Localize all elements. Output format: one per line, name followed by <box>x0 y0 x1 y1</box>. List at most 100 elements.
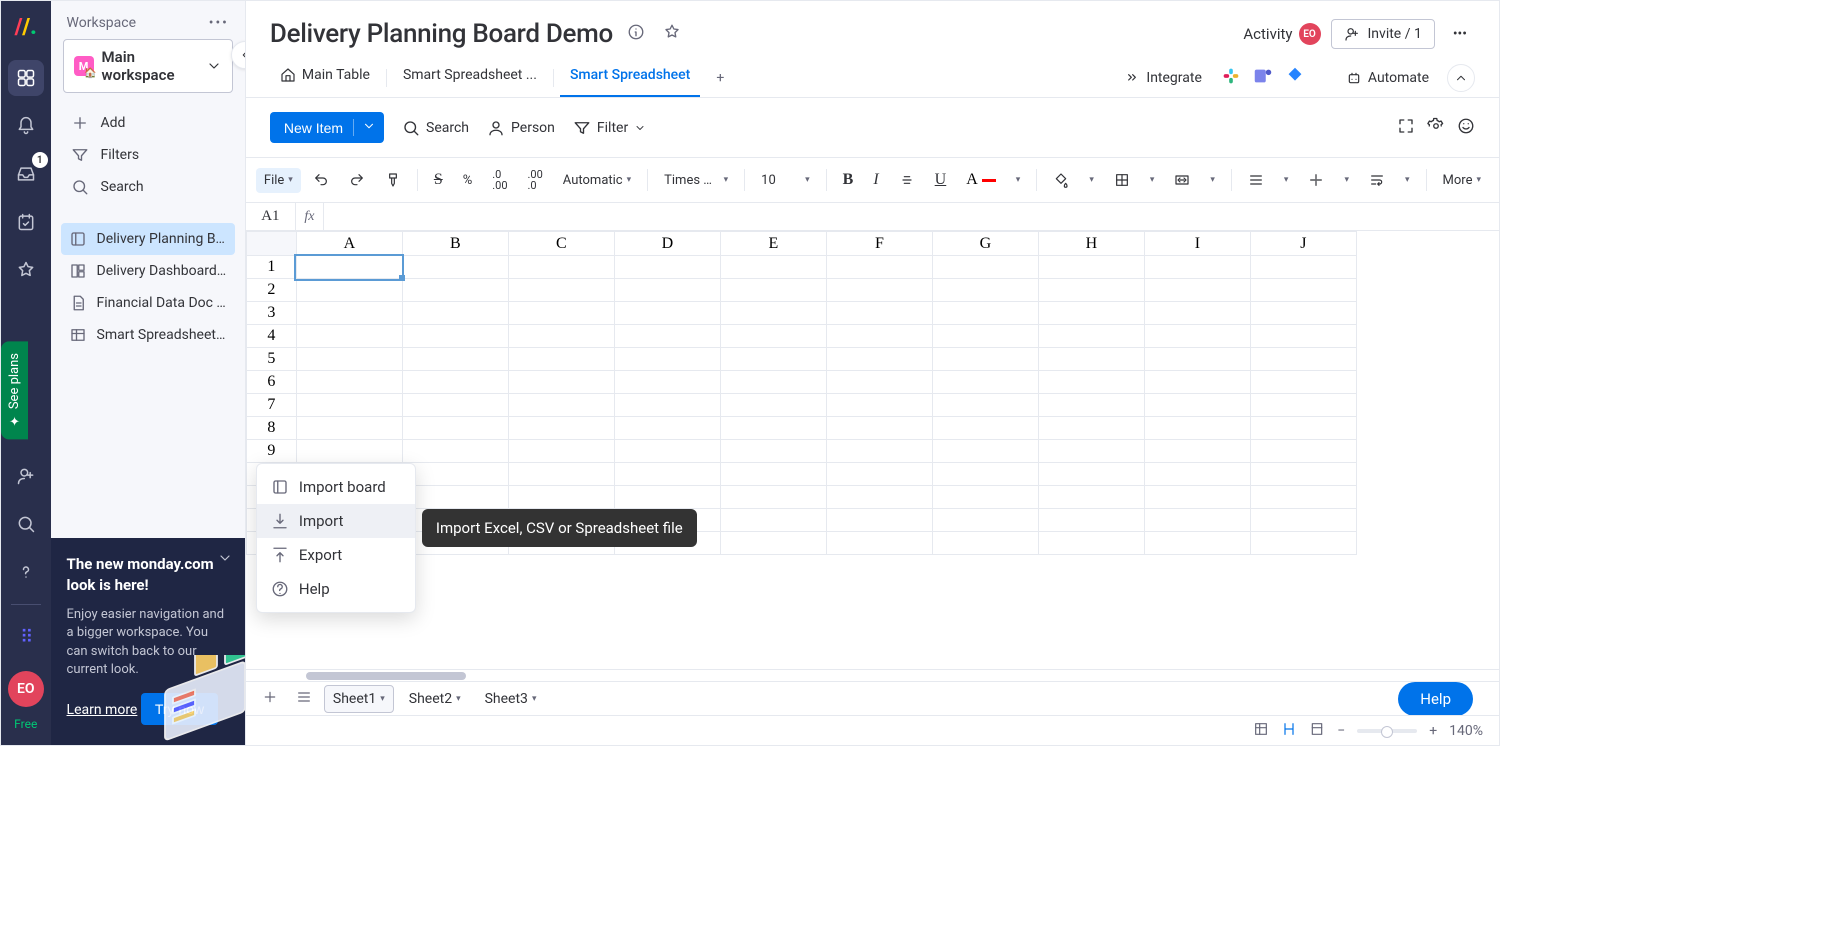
grid-cell[interactable] <box>1250 394 1356 417</box>
grid-cell[interactable] <box>296 440 402 463</box>
grid-cell[interactable] <box>614 394 720 417</box>
row-header[interactable]: 8 <box>246 417 296 440</box>
zoom-out-icon[interactable]: − <box>1337 723 1345 739</box>
rail-invite-icon[interactable] <box>8 458 44 494</box>
grid-cell[interactable] <box>1038 348 1144 371</box>
grid-cell[interactable] <box>402 256 508 279</box>
activity-button[interactable]: Activity EO <box>1243 23 1320 45</box>
grid-cell[interactable] <box>296 302 402 325</box>
rail-help-icon[interactable] <box>8 554 44 590</box>
rail-favorites-icon[interactable] <box>8 252 44 288</box>
grid-cell[interactable] <box>1250 371 1356 394</box>
person-filter-button[interactable]: Person <box>487 119 555 137</box>
grid-cell[interactable] <box>720 532 826 555</box>
wrap-text-icon[interactable] <box>1361 167 1393 193</box>
sidebar-item[interactable]: Smart Spreadsheet Custo... <box>61 319 235 351</box>
row-header[interactable]: 6 <box>246 371 296 394</box>
column-header[interactable]: C <box>508 232 614 256</box>
grid-cell[interactable] <box>1250 256 1356 279</box>
chevron-down-icon[interactable]: ▾ <box>380 694 385 704</box>
grid-cell[interactable] <box>826 532 932 555</box>
integrate-button[interactable]: Integrate <box>1116 64 1210 92</box>
search-button[interactable]: Search <box>402 119 469 137</box>
grid-cell[interactable] <box>1250 325 1356 348</box>
grid-cell[interactable] <box>614 279 720 302</box>
grid-cell[interactable] <box>720 371 826 394</box>
grid-cell[interactable] <box>1144 394 1250 417</box>
grid-cell[interactable] <box>720 463 826 486</box>
grid-cell[interactable] <box>826 417 932 440</box>
grid-cell[interactable] <box>1144 371 1250 394</box>
grid-cell[interactable] <box>720 256 826 279</box>
sidebar-item[interactable]: Delivery Dashboard Demo <box>61 255 235 287</box>
chevron-down-icon[interactable]: ▾ <box>456 694 461 704</box>
grid-cell[interactable] <box>508 371 614 394</box>
grid-cell[interactable] <box>932 302 1038 325</box>
grid-cell[interactable] <box>1144 279 1250 302</box>
grid-cell[interactable] <box>1144 463 1250 486</box>
grid-cell[interactable] <box>1144 532 1250 555</box>
invite-button[interactable]: Invite / 1 <box>1331 19 1435 49</box>
rail-apps-icon[interactable]: ⠿ <box>8 619 44 655</box>
chevron-down-icon[interactable] <box>353 119 376 136</box>
rail-workspace-icon[interactable] <box>8 60 44 96</box>
valign-icon[interactable] <box>1300 167 1332 193</box>
sidebar-item[interactable]: Delivery Planning Board De... <box>61 223 235 255</box>
grid-cell[interactable] <box>1038 509 1144 532</box>
format-painter-icon[interactable] <box>377 167 409 193</box>
file-menu-help[interactable]: Help <box>257 572 415 606</box>
cell-reference[interactable]: A1 <box>246 203 296 230</box>
jira-app-icon[interactable] <box>1284 65 1306 91</box>
row-header[interactable]: 1 <box>246 256 296 279</box>
grid-cell[interactable] <box>1038 256 1144 279</box>
sidebar-item[interactable]: Financial Data Doc Demo <box>61 287 235 319</box>
grid-cell[interactable] <box>614 486 720 509</box>
grid-cell[interactable] <box>402 371 508 394</box>
grid-cell[interactable] <box>1250 532 1356 555</box>
chevron-down-icon[interactable]: ▾ <box>797 170 818 190</box>
bold-icon[interactable]: B <box>835 166 862 194</box>
sidebar-add-button[interactable]: Add <box>63 107 233 139</box>
view-pagebreak-icon[interactable] <box>1309 721 1325 741</box>
promo-collapse-icon[interactable] <box>217 550 233 570</box>
grid-cell[interactable] <box>508 463 614 486</box>
zoom-slider[interactable] <box>1357 729 1417 733</box>
view-page-icon[interactable] <box>1281 721 1297 741</box>
grid-cell[interactable] <box>826 394 932 417</box>
row-header[interactable]: 4 <box>246 325 296 348</box>
decrease-decimal-icon[interactable]: .00.0 <box>520 164 551 196</box>
grid-cell[interactable] <box>508 417 614 440</box>
sidebar-collapse-button[interactable] <box>231 41 246 69</box>
percent-format-icon[interactable]: % <box>455 168 481 193</box>
grid-cell[interactable] <box>1250 302 1356 325</box>
grid-cell[interactable] <box>932 532 1038 555</box>
add-view-button[interactable]: + <box>706 64 734 92</box>
text-color-icon[interactable]: A <box>958 166 1004 194</box>
grid-cell[interactable] <box>932 325 1038 348</box>
grid-cell[interactable] <box>402 348 508 371</box>
fullscreen-icon[interactable] <box>1397 117 1415 139</box>
grid-cell[interactable] <box>720 325 826 348</box>
column-header[interactable]: J <box>1250 232 1356 256</box>
column-header[interactable]: F <box>826 232 932 256</box>
grid-cell[interactable] <box>1144 417 1250 440</box>
undo-icon[interactable] <box>305 167 337 193</box>
column-header[interactable]: B <box>402 232 508 256</box>
grid-cell[interactable] <box>1250 348 1356 371</box>
grid-cell[interactable] <box>720 348 826 371</box>
zoom-in-icon[interactable]: + <box>1429 723 1437 739</box>
grid-cell[interactable] <box>296 371 402 394</box>
info-icon[interactable] <box>623 19 649 49</box>
rail-avatar[interactable]: EO <box>8 671 44 707</box>
grid-cell[interactable] <box>508 394 614 417</box>
grid-cell[interactable] <box>402 417 508 440</box>
grid-cell[interactable] <box>508 348 614 371</box>
fill-color-icon[interactable] <box>1045 167 1077 193</box>
favorite-star-icon[interactable] <box>659 19 685 49</box>
board-menu-icon[interactable]: ••• <box>1445 22 1475 46</box>
teams-app-icon[interactable] <box>1252 65 1274 91</box>
rail-notifications-icon[interactable] <box>8 108 44 144</box>
grid-cell[interactable] <box>614 463 720 486</box>
row-header[interactable]: 2 <box>246 279 296 302</box>
see-plans-button[interactable]: See plans <box>1 341 28 439</box>
